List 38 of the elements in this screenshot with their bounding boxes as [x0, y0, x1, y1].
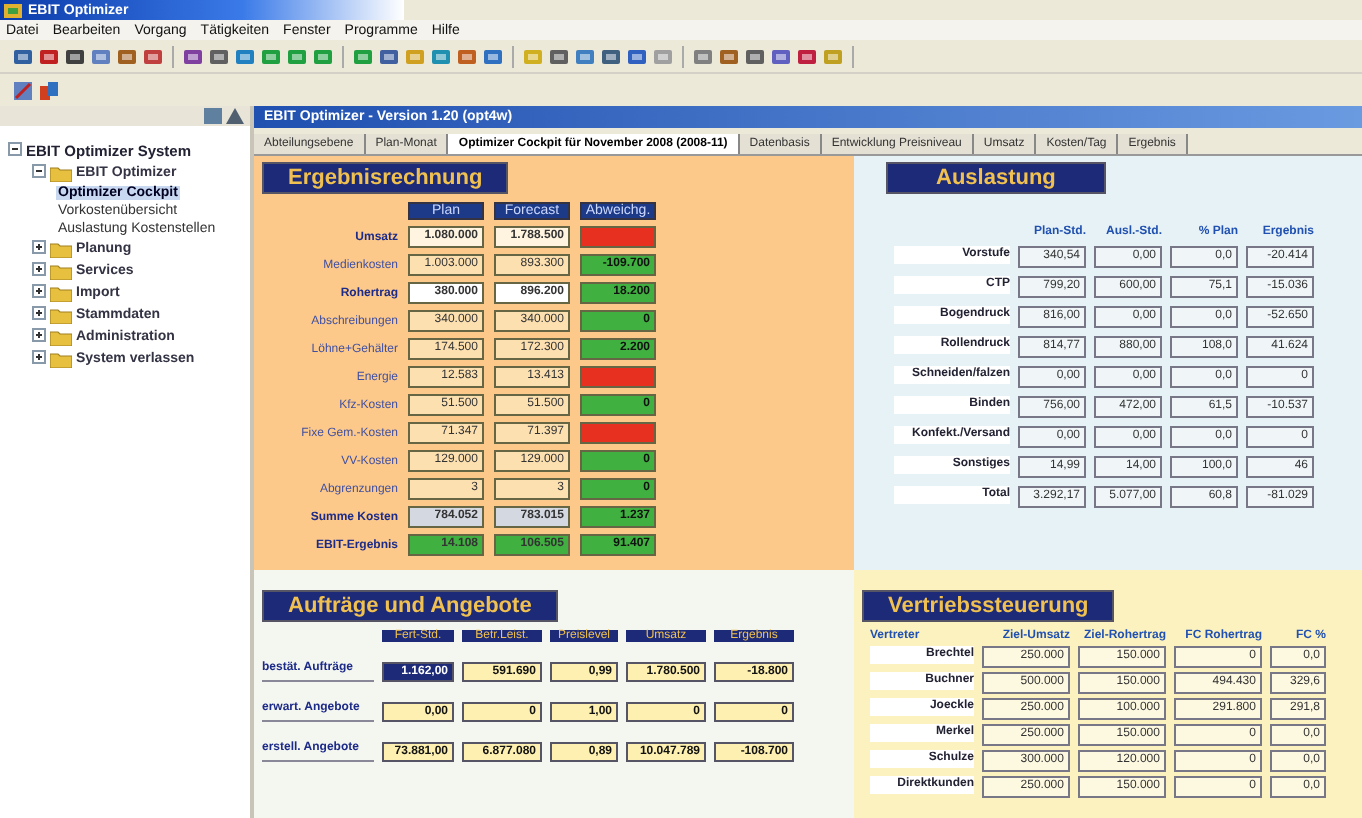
app-icon	[4, 3, 22, 17]
expander-icon[interactable]	[32, 350, 46, 368]
tool-icon[interactable]	[116, 45, 138, 67]
expander-icon[interactable]	[32, 262, 46, 280]
expander-icon[interactable]	[32, 240, 46, 258]
expander-icon[interactable]	[8, 142, 22, 160]
expander-icon[interactable]	[32, 328, 46, 346]
folder-icon	[50, 351, 72, 367]
folder-icon	[50, 307, 72, 323]
tool-icon[interactable]	[796, 45, 818, 67]
expander-icon[interactable]	[32, 284, 46, 302]
folder-icon	[50, 165, 72, 181]
folder-icon	[50, 285, 72, 301]
tool-icon[interactable]	[142, 45, 164, 67]
tool-icon[interactable]	[208, 45, 230, 67]
tool-icon[interactable]	[482, 45, 504, 67]
section-title: Vertriebssteuerung	[862, 590, 1115, 622]
tool-icon[interactable]	[12, 79, 34, 101]
tool-icon[interactable]	[770, 45, 792, 67]
tool-icon[interactable]	[38, 45, 60, 67]
tool-icon[interactable]	[182, 45, 204, 67]
tool-icon[interactable]	[38, 79, 60, 101]
tool-icon[interactable]	[548, 45, 570, 67]
tool-icon[interactable]	[626, 45, 648, 67]
tool-icon[interactable]	[600, 45, 622, 67]
tool-icon[interactable]	[12, 45, 34, 67]
tool-icon[interactable]	[64, 45, 86, 67]
folder-icon	[50, 241, 72, 257]
folder-icon	[50, 329, 72, 345]
tool-icon[interactable]	[378, 45, 400, 67]
section-title: Aufträge und Angebote	[262, 590, 558, 622]
expander-icon[interactable]	[32, 164, 46, 182]
expander-icon[interactable]	[32, 306, 46, 324]
section-title: Auslastung	[886, 162, 1106, 194]
tool-icon[interactable]	[744, 45, 766, 67]
tool-icon[interactable]	[718, 45, 740, 67]
folder-icon	[50, 263, 72, 279]
section-title: Ergebnisrechnung	[262, 162, 509, 194]
